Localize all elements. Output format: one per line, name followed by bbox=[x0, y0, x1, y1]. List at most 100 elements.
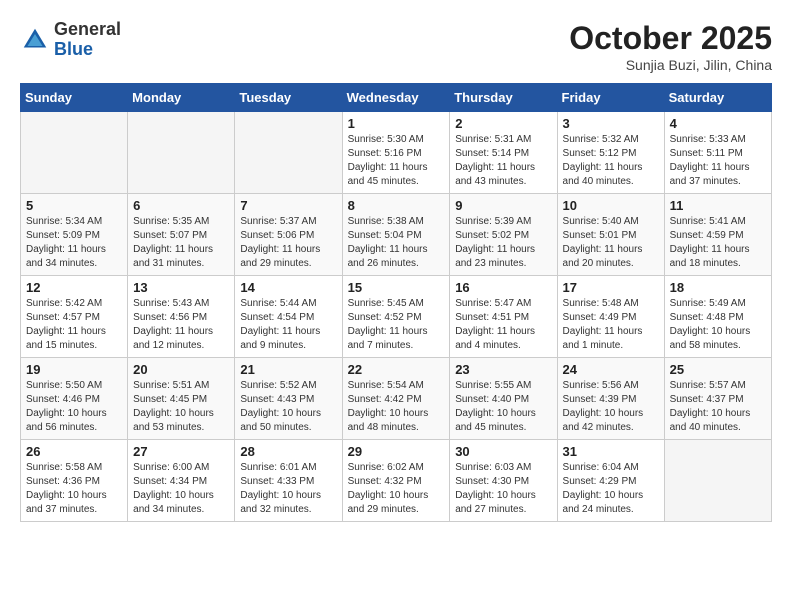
day-number: 10 bbox=[563, 198, 659, 213]
day-info: Sunrise: 6:01 AM Sunset: 4:33 PM Dayligh… bbox=[240, 461, 336, 517]
day-number: 8 bbox=[348, 198, 445, 213]
calendar-cell: 31 Sunrise: 6:04 AM Sunset: 4:29 PM Dayli… bbox=[557, 440, 664, 522]
calendar-cell: 15 Sunrise: 5:45 AM Sunset: 4:52 PM Dayli… bbox=[342, 276, 450, 358]
day-info: Sunrise: 5:55 AM Sunset: 4:40 PM Dayligh… bbox=[455, 379, 551, 435]
calendar-cell: 6 Sunrise: 5:35 AM Sunset: 5:07 PM Daylig… bbox=[128, 194, 235, 276]
calendar-cell: 14Sunrise: 5:44 AM Sunset: 4:54 PM Dayli… bbox=[235, 276, 342, 358]
location-subtitle: Sunjia Buzi, Jilin, China bbox=[569, 57, 772, 73]
day-number: 30 bbox=[455, 444, 551, 459]
week-row-1: 1Sunrise: 5:30 AM Sunset: 5:16 PM Daylig… bbox=[21, 112, 772, 194]
day-number: 18 bbox=[670, 280, 766, 295]
day-number: 17 bbox=[563, 280, 659, 295]
day-number: 5 bbox=[26, 198, 122, 213]
day-number: 19 bbox=[26, 362, 122, 377]
day-number: 9 bbox=[455, 198, 551, 213]
weekday-header-friday: Friday bbox=[557, 84, 664, 112]
day-number: 29 bbox=[348, 444, 445, 459]
calendar-cell: 17 Sunrise: 5:48 AM Sunset: 4:49 PM Dayli… bbox=[557, 276, 664, 358]
day-info: Sunrise: 6:03 AM Sunset: 4:30 PM Dayligh… bbox=[455, 461, 551, 517]
calendar-cell bbox=[235, 112, 342, 194]
day-info: Sunrise: 5:30 AM Sunset: 5:16 PM Dayligh… bbox=[348, 133, 445, 189]
day-number: 23 bbox=[455, 362, 551, 377]
calendar-cell: 7 Sunrise: 5:37 AM Sunset: 5:06 PM Daylig… bbox=[235, 194, 342, 276]
weekday-header-row: SundayMondayTuesdayWednesdayThursdayFrid… bbox=[21, 84, 772, 112]
calendar-cell: 10Sunrise: 5:40 AM Sunset: 5:01 PM Dayli… bbox=[557, 194, 664, 276]
calendar-cell: 27 Sunrise: 6:00 AM Sunset: 4:34 PM Dayli… bbox=[128, 440, 235, 522]
day-info: Sunrise: 5:57 AM Sunset: 4:37 PM Dayligh… bbox=[670, 379, 766, 435]
calendar-cell: 3Sunrise: 5:32 AM Sunset: 5:12 PM Daylig… bbox=[557, 112, 664, 194]
day-number: 21 bbox=[240, 362, 336, 377]
week-row-5: 26 Sunrise: 5:58 AM Sunset: 4:36 PM Dayli… bbox=[21, 440, 772, 522]
logo-icon bbox=[20, 25, 50, 55]
day-info: Sunrise: 6:00 AM Sunset: 4:34 PM Dayligh… bbox=[133, 461, 229, 517]
calendar-cell: 21 Sunrise: 5:52 AM Sunset: 4:43 PM Dayli… bbox=[235, 358, 342, 440]
calendar-cell: 8 Sunrise: 5:38 AM Sunset: 5:04 PM Daylig… bbox=[342, 194, 450, 276]
day-info: Sunrise: 5:34 AM Sunset: 5:09 PM Dayligh… bbox=[26, 215, 122, 271]
day-number: 12 bbox=[26, 280, 122, 295]
weekday-header-monday: Monday bbox=[128, 84, 235, 112]
day-info: Sunrise: 5:35 AM Sunset: 5:07 PM Dayligh… bbox=[133, 215, 229, 271]
day-info: Sunrise: 5:52 AM Sunset: 4:43 PM Dayligh… bbox=[240, 379, 336, 435]
month-title: October 2025 bbox=[569, 20, 772, 57]
day-number: 24 bbox=[563, 362, 659, 377]
day-number: 6 bbox=[133, 198, 229, 213]
calendar-cell bbox=[21, 112, 128, 194]
title-block: October 2025 Sunjia Buzi, Jilin, China bbox=[569, 20, 772, 73]
calendar-cell: 29 Sunrise: 6:02 AM Sunset: 4:32 PM Dayli… bbox=[342, 440, 450, 522]
day-info: Sunrise: 5:43 AM Sunset: 4:56 PM Dayligh… bbox=[133, 297, 229, 353]
day-number: 11 bbox=[670, 198, 766, 213]
weekday-header-wednesday: Wednesday bbox=[342, 84, 450, 112]
calendar-cell: 5 Sunrise: 5:34 AM Sunset: 5:09 PM Daylig… bbox=[21, 194, 128, 276]
day-number: 7 bbox=[240, 198, 336, 213]
logo-text: General Blue bbox=[54, 20, 121, 60]
day-number: 31 bbox=[563, 444, 659, 459]
weekday-header-saturday: Saturday bbox=[664, 84, 771, 112]
week-row-4: 19 Sunrise: 5:50 AM Sunset: 4:46 PM Dayli… bbox=[21, 358, 772, 440]
day-number: 13 bbox=[133, 280, 229, 295]
calendar-cell: 9Sunrise: 5:39 AM Sunset: 5:02 PM Daylig… bbox=[450, 194, 557, 276]
day-info: Sunrise: 5:47 AM Sunset: 4:51 PM Dayligh… bbox=[455, 297, 551, 353]
day-info: Sunrise: 5:33 AM Sunset: 5:11 PM Dayligh… bbox=[670, 133, 766, 189]
day-info: Sunrise: 5:58 AM Sunset: 4:36 PM Dayligh… bbox=[26, 461, 122, 517]
week-row-3: 12 Sunrise: 5:42 AM Sunset: 4:57 PM Dayli… bbox=[21, 276, 772, 358]
calendar-cell: 19 Sunrise: 5:50 AM Sunset: 4:46 PM Dayli… bbox=[21, 358, 128, 440]
day-info: Sunrise: 5:44 AM Sunset: 4:54 PM Dayligh… bbox=[240, 297, 336, 353]
day-number: 26 bbox=[26, 444, 122, 459]
calendar-cell: 23 Sunrise: 5:55 AM Sunset: 4:40 PM Dayli… bbox=[450, 358, 557, 440]
calendar-cell: 20Sunrise: 5:51 AM Sunset: 4:45 PM Dayli… bbox=[128, 358, 235, 440]
weekday-header-thursday: Thursday bbox=[450, 84, 557, 112]
calendar-cell: 1Sunrise: 5:30 AM Sunset: 5:16 PM Daylig… bbox=[342, 112, 450, 194]
calendar-cell: 4 Sunrise: 5:33 AM Sunset: 5:11 PM Daylig… bbox=[664, 112, 771, 194]
weekday-header-sunday: Sunday bbox=[21, 84, 128, 112]
calendar-cell: 30 Sunrise: 6:03 AM Sunset: 4:30 PM Dayli… bbox=[450, 440, 557, 522]
page-header: General Blue October 2025 Sunjia Buzi, J… bbox=[20, 20, 772, 73]
day-number: 3 bbox=[563, 116, 659, 131]
calendar-cell: 11Sunrise: 5:41 AM Sunset: 4:59 PM Dayli… bbox=[664, 194, 771, 276]
day-info: Sunrise: 5:37 AM Sunset: 5:06 PM Dayligh… bbox=[240, 215, 336, 271]
day-info: Sunrise: 5:38 AM Sunset: 5:04 PM Dayligh… bbox=[348, 215, 445, 271]
day-number: 28 bbox=[240, 444, 336, 459]
day-info: Sunrise: 5:45 AM Sunset: 4:52 PM Dayligh… bbox=[348, 297, 445, 353]
day-info: Sunrise: 5:56 AM Sunset: 4:39 PM Dayligh… bbox=[563, 379, 659, 435]
calendar-cell: 24 Sunrise: 5:56 AM Sunset: 4:39 PM Dayli… bbox=[557, 358, 664, 440]
day-info: Sunrise: 5:50 AM Sunset: 4:46 PM Dayligh… bbox=[26, 379, 122, 435]
day-number: 4 bbox=[670, 116, 766, 131]
calendar-cell bbox=[128, 112, 235, 194]
day-info: Sunrise: 5:31 AM Sunset: 5:14 PM Dayligh… bbox=[455, 133, 551, 189]
calendar-cell: 22Sunrise: 5:54 AM Sunset: 4:42 PM Dayli… bbox=[342, 358, 450, 440]
weekday-header-tuesday: Tuesday bbox=[235, 84, 342, 112]
calendar-table: SundayMondayTuesdayWednesdayThursdayFrid… bbox=[20, 83, 772, 522]
day-number: 27 bbox=[133, 444, 229, 459]
calendar-cell: 2 Sunrise: 5:31 AM Sunset: 5:14 PM Daylig… bbox=[450, 112, 557, 194]
logo: General Blue bbox=[20, 20, 121, 60]
day-number: 22 bbox=[348, 362, 445, 377]
day-number: 2 bbox=[455, 116, 551, 131]
calendar-cell: 28 Sunrise: 6:01 AM Sunset: 4:33 PM Dayli… bbox=[235, 440, 342, 522]
day-info: Sunrise: 6:04 AM Sunset: 4:29 PM Dayligh… bbox=[563, 461, 659, 517]
day-info: Sunrise: 5:48 AM Sunset: 4:49 PM Dayligh… bbox=[563, 297, 659, 353]
day-info: Sunrise: 5:42 AM Sunset: 4:57 PM Dayligh… bbox=[26, 297, 122, 353]
day-info: Sunrise: 5:49 AM Sunset: 4:48 PM Dayligh… bbox=[670, 297, 766, 353]
day-info: Sunrise: 6:02 AM Sunset: 4:32 PM Dayligh… bbox=[348, 461, 445, 517]
day-info: Sunrise: 5:51 AM Sunset: 4:45 PM Dayligh… bbox=[133, 379, 229, 435]
day-number: 15 bbox=[348, 280, 445, 295]
